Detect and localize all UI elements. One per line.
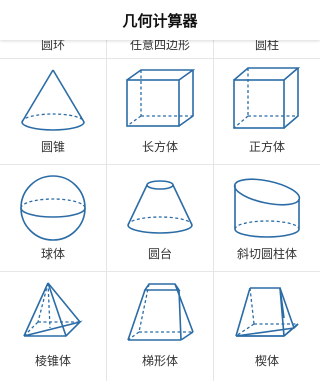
sphere-icon <box>20 175 86 241</box>
page-title: 几何计算器 <box>122 11 198 30</box>
oblique-cylinder-icon <box>233 178 301 238</box>
shape-item-pyramid[interactable]: 棱锥体 <box>0 272 106 378</box>
shape-item-cuboid[interactable]: 长方体 <box>107 58 213 164</box>
shape-label: 长方体 <box>141 140 178 154</box>
shape-item-cube[interactable]: 正方体 <box>214 58 320 164</box>
shape-grid: 圆锥 长方体 正方体 球体 圆台 斜切圆柱体 棱锥体 梯形体 楔体 <box>0 58 320 381</box>
title-bar: 几何计算器 <box>0 0 320 40</box>
shape-label: 正方体 <box>248 140 285 154</box>
shape-item-cone[interactable]: 圆锥 <box>0 58 106 164</box>
shape-label: 圆锥 <box>40 140 65 154</box>
shape-label: 圆台 <box>147 247 172 261</box>
trapezoid-prism-icon <box>127 283 194 341</box>
cuboid-icon <box>126 69 195 127</box>
shape-label: 棱锥体 <box>34 354 71 368</box>
frustum-icon <box>127 180 193 234</box>
shape-label: 球体 <box>40 247 65 261</box>
cube-icon <box>233 67 301 129</box>
wedge-icon <box>235 287 299 337</box>
shape-item-sphere[interactable]: 球体 <box>0 165 106 271</box>
shape-label: 斜切圆柱体 <box>236 247 297 261</box>
cone-icon <box>21 69 85 131</box>
shape-item-oblique-cylinder[interactable]: 斜切圆柱体 <box>214 165 320 271</box>
shape-item-frustum[interactable]: 圆台 <box>107 165 213 271</box>
pyramid-icon <box>23 282 83 337</box>
shape-item-wedge[interactable]: 楔体 <box>214 272 320 378</box>
shape-label: 梯形体 <box>141 354 178 368</box>
shape-label: 楔体 <box>254 354 279 368</box>
shape-item-trapezoid-prism[interactable]: 梯形体 <box>107 272 213 378</box>
